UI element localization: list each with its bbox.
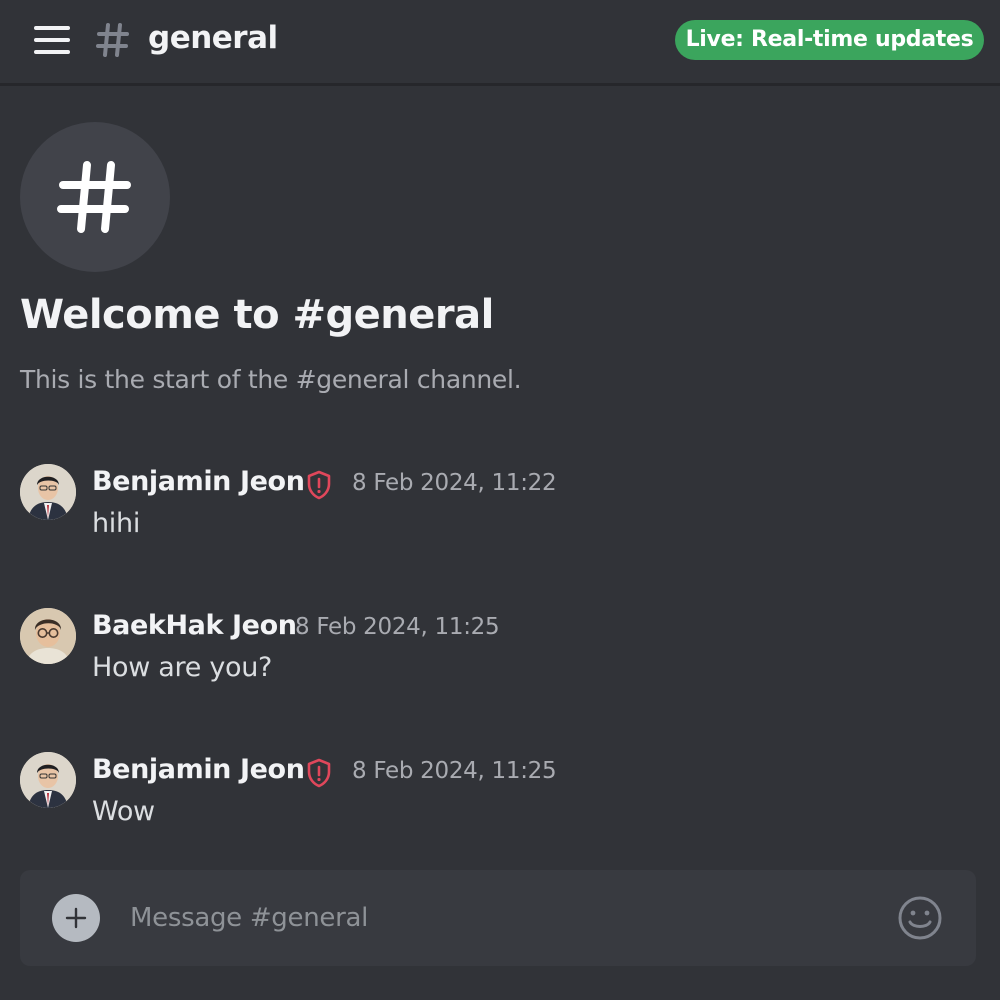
- message-composer: [20, 870, 976, 966]
- plus-icon: [65, 907, 87, 929]
- channel-hash-icon: [96, 22, 130, 62]
- message-item: BaekHak Jeon 8 Feb 2024, 11:25 How are y…: [20, 608, 980, 698]
- emoji-picker-icon[interactable]: [896, 894, 944, 942]
- live-status-badge: Live: Real-time updates: [675, 20, 984, 60]
- message-text: hihi: [92, 508, 141, 539]
- message-item: Benjamin Jeon 8 Feb 2024, 11:25 Wow: [20, 752, 980, 842]
- message-item: Benjamin Jeon 8 Feb 2024, 11:22 hihi: [20, 464, 980, 554]
- avatar[interactable]: [20, 752, 76, 808]
- shield-alert-icon: [306, 470, 332, 504]
- message-text: How are you?: [92, 652, 273, 683]
- channel-hash-large-icon: [20, 122, 170, 272]
- message-timestamp: 8 Feb 2024, 11:25: [295, 614, 500, 640]
- message-author[interactable]: BaekHak Jeon: [92, 610, 297, 641]
- channel-header: general Live: Real-time updates: [0, 0, 1000, 86]
- message-author[interactable]: Benjamin Jeon: [92, 754, 305, 785]
- channel-name: general: [148, 20, 278, 56]
- message-timestamp: 8 Feb 2024, 11:22: [352, 470, 557, 496]
- message-author[interactable]: Benjamin Jeon: [92, 466, 305, 497]
- add-attachment-button[interactable]: [52, 894, 100, 942]
- message-input[interactable]: [128, 894, 888, 942]
- shield-alert-icon: [306, 758, 332, 792]
- welcome-title: Welcome to #general: [20, 292, 494, 338]
- message-text: Wow: [92, 796, 155, 827]
- hamburger-menu-icon[interactable]: [30, 22, 74, 58]
- welcome-subtitle: This is the start of the #general channe…: [20, 365, 522, 394]
- avatar[interactable]: [20, 608, 76, 664]
- avatar[interactable]: [20, 464, 76, 520]
- message-timestamp: 8 Feb 2024, 11:25: [352, 758, 557, 784]
